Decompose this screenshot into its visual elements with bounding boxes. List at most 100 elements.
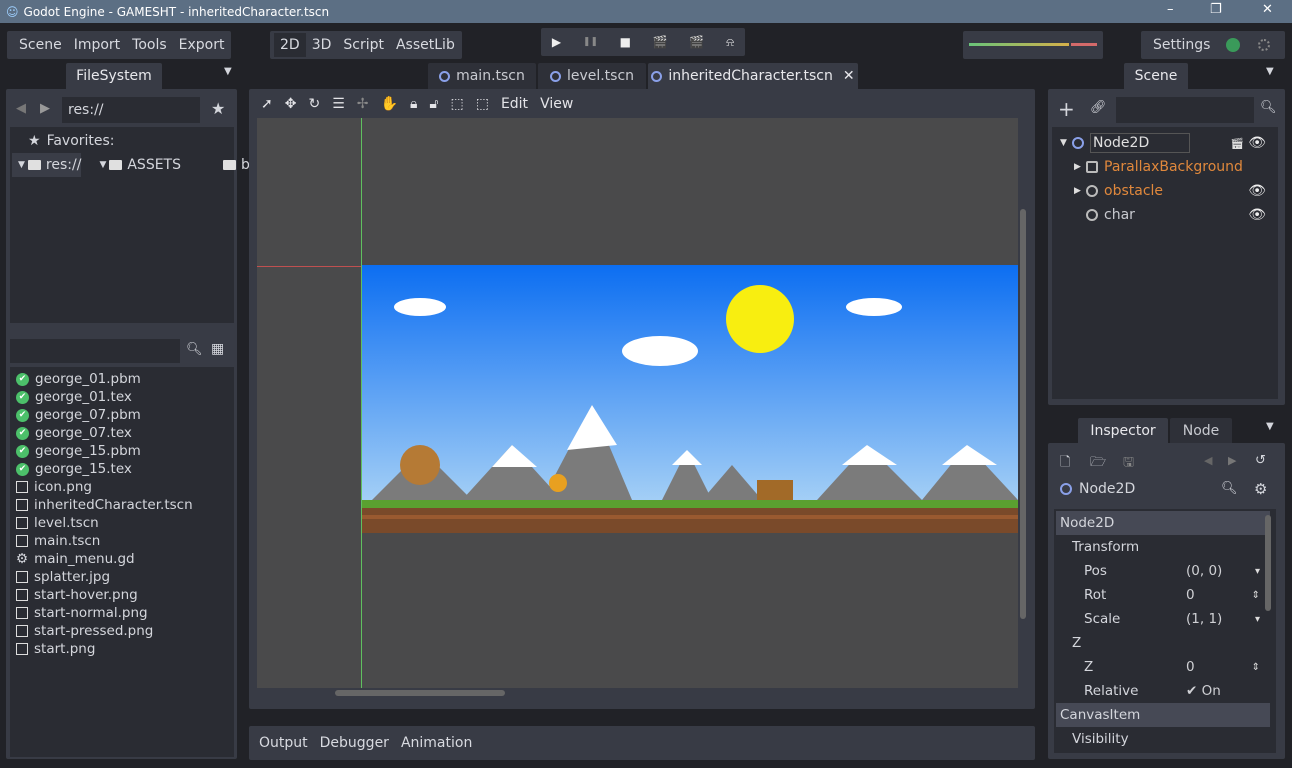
history-forward-icon[interactable]: ▶: [1228, 454, 1236, 467]
search-icon[interactable]: 🔍︎: [1260, 100, 1277, 115]
stop-icon[interactable]: ■: [620, 35, 631, 49]
pivot-icon[interactable]: ✢: [357, 96, 369, 112]
menu-import[interactable]: Import: [68, 37, 126, 53]
property-value[interactable]: (0, 0): [1186, 563, 1222, 579]
workspace-script[interactable]: Script: [337, 37, 390, 53]
viewport[interactable]: [257, 118, 1018, 688]
property-row[interactable]: Visibility: [1056, 727, 1270, 751]
workspace-3d[interactable]: 3D: [306, 37, 338, 53]
play-icon[interactable]: ▶: [552, 35, 561, 49]
file-item[interactable]: ✔ george_01.pbm: [16, 370, 228, 388]
scene-tab[interactable]: inheritedCharacter.tscn ✕: [648, 63, 858, 89]
file-item[interactable]: level.tscn: [16, 514, 228, 532]
property-value[interactable]: 0: [1186, 587, 1195, 603]
property-value[interactable]: 0: [1186, 659, 1195, 675]
menu-scene[interactable]: Scene: [13, 37, 68, 53]
debug-options-icon[interactable]: ⍾: [726, 35, 734, 50]
scene-node[interactable]: char 👁︎: [1052, 203, 1278, 227]
property-row[interactable]: Transform: [1056, 535, 1270, 559]
file-item[interactable]: ✔ george_15.pbm: [16, 442, 228, 460]
path-field[interactable]: res://: [62, 97, 200, 123]
maximize-button[interactable]: ❐: [1210, 2, 1222, 17]
visibility-eye-icon[interactable]: 👁︎: [1248, 207, 1266, 223]
vertical-scrollbar[interactable]: [1020, 209, 1026, 619]
add-node-icon[interactable]: +: [1058, 97, 1075, 121]
rotate-tool-icon[interactable]: ↻: [308, 96, 320, 112]
unlock-icon[interactable]: 🔓︎: [429, 96, 438, 112]
folder-item[interactable]: bg: [181, 153, 259, 177]
menu-export[interactable]: Export: [173, 37, 231, 53]
forward-icon[interactable]: ▶: [40, 101, 50, 116]
open-folder-icon[interactable]: 🗁: [1090, 453, 1106, 475]
list-select-icon[interactable]: ☰: [332, 96, 345, 112]
tab-output[interactable]: Output: [253, 735, 314, 751]
file-item[interactable]: main.tscn: [16, 532, 228, 550]
file-search-input[interactable]: [10, 339, 180, 363]
play-scene-icon[interactable]: 🎬: [653, 35, 668, 49]
play-custom-scene-icon[interactable]: 🎬: [689, 35, 704, 49]
file-item[interactable]: start-hover.png: [16, 586, 228, 604]
grid-view-icon[interactable]: ▦: [211, 341, 224, 357]
file-item[interactable]: ✔ george_01.tex: [16, 388, 228, 406]
history-icon[interactable]: ↺: [1255, 453, 1266, 468]
settings-button[interactable]: Settings: [1153, 37, 1210, 53]
back-icon[interactable]: ◀: [16, 101, 26, 116]
property-row[interactable]: Z 0 ⇕: [1056, 655, 1270, 679]
horizontal-scrollbar[interactable]: [335, 690, 505, 696]
visibility-eye-icon[interactable]: 👁︎: [1248, 183, 1266, 199]
tab-debugger[interactable]: Debugger: [314, 735, 395, 751]
pause-icon[interactable]: ❚❚: [583, 37, 598, 47]
node-filter-input[interactable]: [1116, 97, 1254, 123]
edit-menu[interactable]: Edit: [501, 96, 528, 112]
file-item[interactable]: ✔ george_15.tex: [16, 460, 228, 478]
pan-tool-icon[interactable]: ✋: [381, 96, 398, 112]
expand-arrow-icon[interactable]: ▼: [18, 160, 25, 170]
property-control-icon[interactable]: ▾: [1255, 566, 1260, 577]
workspace-assetlib[interactable]: AssetLib: [390, 37, 461, 53]
dock-menu-icon[interactable]: ▼: [224, 66, 232, 77]
scene-tab[interactable]: main.tscn: [428, 63, 536, 89]
tab-scene[interactable]: Scene: [1124, 63, 1188, 89]
move-tool-icon[interactable]: ✥: [285, 96, 297, 112]
file-item[interactable]: ✔ george_07.pbm: [16, 406, 228, 424]
save-icon[interactable]: 🖫: [1123, 453, 1134, 475]
lock-icon[interactable]: 🔒︎: [410, 96, 417, 112]
expand-arrow-icon[interactable]: ▼: [1060, 138, 1072, 148]
file-item[interactable]: icon.png: [16, 478, 228, 496]
close-tab-icon[interactable]: ✕: [843, 68, 855, 84]
dock-menu-icon[interactable]: ▼: [1266, 66, 1274, 77]
file-item[interactable]: splatter.jpg: [16, 568, 228, 586]
tab-animation[interactable]: Animation: [395, 735, 478, 751]
property-control-icon[interactable]: ⇕: [1252, 662, 1260, 673]
ungroup-icon[interactable]: ⬚: [476, 96, 489, 112]
expand-arrow-icon[interactable]: ▼: [99, 160, 106, 170]
expand-arrow-icon[interactable]: ▶: [1074, 186, 1086, 196]
property-row[interactable]: Scale (1, 1) ▾: [1056, 607, 1270, 631]
property-row[interactable]: CanvasItem: [1056, 703, 1270, 727]
file-item[interactable]: start-pressed.png: [16, 622, 228, 640]
scene-node[interactable]: ▼ Node2D 👁︎ 🎬︎: [1052, 131, 1278, 155]
gear-icon[interactable]: ⚙: [1254, 480, 1267, 498]
tab-inspector[interactable]: Inspector: [1078, 418, 1168, 444]
select-tool-icon[interactable]: ➚: [261, 96, 273, 112]
link-icon[interactable]: 🔗︎: [1090, 100, 1107, 115]
property-control-icon[interactable]: ⇕: [1252, 590, 1260, 601]
property-row[interactable]: Pos (0, 0) ▾: [1056, 559, 1270, 583]
search-icon[interactable]: 🔍︎: [1221, 481, 1238, 496]
property-value[interactable]: ✔ On: [1186, 683, 1221, 699]
search-icon[interactable]: 🔍︎: [186, 342, 203, 357]
file-item[interactable]: start-normal.png: [16, 604, 228, 622]
scene-clapper-icon[interactable]: 🎬︎: [1230, 137, 1244, 150]
file-item[interactable]: ⚙ main_menu.gd: [16, 550, 228, 568]
scene-tab[interactable]: level.tscn: [538, 63, 646, 89]
favorite-star-icon[interactable]: ★: [211, 99, 225, 118]
new-resource-icon[interactable]: 🗋: [1060, 453, 1070, 475]
close-button[interactable]: ✕: [1262, 2, 1273, 17]
expand-arrow-icon[interactable]: ▶: [1074, 162, 1086, 172]
property-row[interactable]: Rot 0 ⇕: [1056, 583, 1270, 607]
dock-menu-icon[interactable]: ▼: [1266, 421, 1274, 432]
tab-filesystem[interactable]: FileSystem: [66, 63, 162, 89]
folder-item[interactable]: ▼ res://: [12, 153, 82, 177]
property-row[interactable]: Z: [1056, 631, 1270, 655]
visibility-eye-icon[interactable]: 👁︎: [1248, 135, 1266, 151]
